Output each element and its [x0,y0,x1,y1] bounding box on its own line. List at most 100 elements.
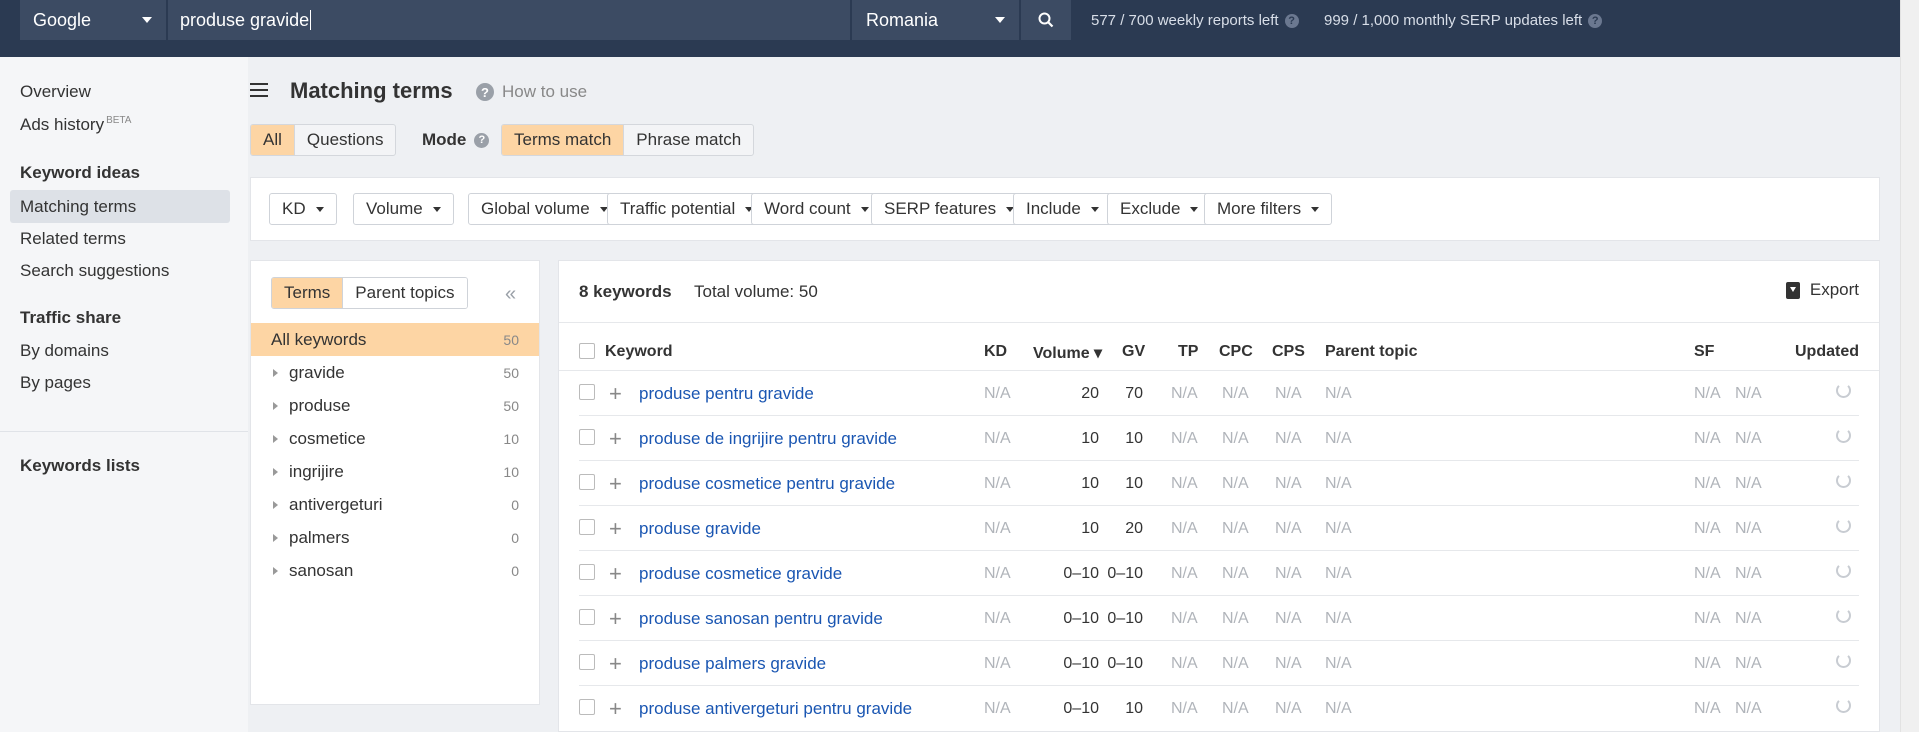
keyword-link[interactable]: produse sanosan pentru gravide [639,609,883,629]
expand-icon[interactable] [273,500,278,509]
how-to-use-link[interactable]: ? How to use [476,82,587,102]
row-checkbox[interactable] [579,564,595,580]
nav-matching-terms[interactable]: Matching terms [20,197,136,217]
vertical-scrollbar[interactable] [1900,0,1919,732]
keyword-link[interactable]: produse antivergeturi pentru gravide [639,699,912,719]
row-checkbox[interactable] [579,519,595,535]
refresh-icon[interactable] [1836,698,1851,713]
term-item[interactable]: palmers 0 [251,521,539,554]
column-header-cps[interactable]: CPS [1272,343,1305,361]
collapse-panel-icon[interactable]: « [505,283,516,306]
column-header-parent-topic[interactable]: Parent topic [1325,343,1417,361]
search-button[interactable] [1021,0,1071,40]
menu-icon[interactable] [250,83,268,101]
column-header-volume[interactable]: Volume ▾ [1033,343,1102,363]
add-to-list-icon[interactable]: + [609,381,622,407]
row-checkbox[interactable] [579,429,595,445]
column-header-updated[interactable]: Updated [1795,343,1859,361]
export-button[interactable]: Export [1785,280,1859,300]
term-item[interactable]: antivergeturi 0 [251,488,539,521]
updated-value: N/A [1735,610,1762,627]
filter-global-volume[interactable]: Global volume [468,193,621,225]
filter-traffic-potential[interactable]: Traffic potential [607,193,767,225]
add-to-list-icon[interactable]: + [609,426,622,452]
toggle-terms-match[interactable]: Terms match [502,125,625,155]
search-engine-select[interactable]: Google [20,0,167,40]
nav-divider [0,431,248,432]
nav-overview[interactable]: Overview [20,82,91,102]
term-item[interactable]: produse 50 [251,389,539,422]
refresh-icon[interactable] [1836,473,1851,488]
term-label: antivergeturi [289,494,383,514]
country-select[interactable]: Romania [851,0,1019,40]
gv-value: 10 [1125,700,1143,717]
refresh-icon[interactable] [1836,653,1851,668]
select-all-checkbox[interactable] [579,343,595,359]
keyword-link[interactable]: produse cosmetice pentru gravide [639,474,895,494]
tab-terms[interactable]: Terms [272,278,344,308]
term-item[interactable]: sanosan 0 [251,554,539,587]
term-item[interactable]: cosmetice 10 [251,422,539,455]
expand-icon[interactable] [273,467,278,476]
keyword-search-input[interactable]: produse gravide [168,0,850,40]
add-to-list-icon[interactable]: + [609,561,622,587]
expand-icon[interactable] [273,434,278,443]
column-header-cpc[interactable]: CPC [1219,343,1253,361]
toggle-phrase-match[interactable]: Phrase match [624,125,753,155]
refresh-icon[interactable] [1836,608,1851,623]
add-to-list-icon[interactable]: + [609,471,622,497]
nav-keywords-lists[interactable]: Keywords lists [20,456,140,476]
refresh-icon[interactable] [1836,563,1851,578]
row-checkbox[interactable] [579,654,595,670]
term-item-all-keywords[interactable]: All keywords 50 [251,323,539,356]
help-icon[interactable]: ? [474,132,490,148]
add-to-list-icon[interactable]: + [609,606,622,632]
expand-icon[interactable] [273,401,278,410]
refresh-icon[interactable] [1836,428,1851,443]
nav-related-terms[interactable]: Related terms [20,229,126,249]
nav-search-suggestions[interactable]: Search suggestions [20,261,169,281]
filter-exclude[interactable]: Exclude [1107,193,1212,225]
column-header-kd[interactable]: KD [984,343,1007,361]
column-header-tp[interactable]: TP [1178,343,1198,361]
row-checkbox[interactable] [579,474,595,490]
refresh-icon[interactable] [1836,518,1851,533]
keyword-link[interactable]: produse pentru gravide [639,384,814,404]
refresh-icon[interactable] [1836,383,1851,398]
add-to-list-icon[interactable]: + [609,651,622,677]
term-item[interactable]: ingrijire 10 [251,455,539,488]
add-to-list-icon[interactable]: + [609,516,622,542]
term-count: 50 [503,331,519,348]
toggle-all[interactable]: All [251,125,295,155]
column-header-sf[interactable]: SF [1694,343,1714,361]
help-icon[interactable]: ? [1284,13,1299,28]
expand-icon[interactable] [273,368,278,377]
expand-icon[interactable] [273,566,278,575]
keyword-link[interactable]: produse cosmetice gravide [639,564,842,584]
filter-more-filters[interactable]: More filters [1204,193,1333,225]
parent-topic-value: N/A [1325,565,1352,582]
row-checkbox[interactable] [579,609,595,625]
row-checkbox[interactable] [579,384,595,400]
filter-exclude-label: Exclude [1120,199,1181,218]
add-to-list-icon[interactable]: + [609,696,622,722]
keyword-link[interactable]: produse gravide [639,519,761,539]
help-icon[interactable]: ? [1588,13,1603,28]
filter-word-count[interactable]: Word count [751,193,882,225]
filter-kd[interactable]: KD [269,193,337,225]
toggle-questions[interactable]: Questions [295,125,396,155]
keyword-link[interactable]: produse de ingrijire pentru gravide [639,429,897,449]
nav-by-domains[interactable]: By domains [20,341,109,361]
row-checkbox[interactable] [579,699,595,715]
column-header-keyword[interactable]: Keyword [605,343,673,361]
expand-icon[interactable] [273,533,278,542]
filter-serp-features[interactable]: SERP features [871,193,1028,225]
tab-parent-topics[interactable]: Parent topics [343,278,467,308]
filter-volume[interactable]: Volume [353,193,454,225]
keyword-link[interactable]: produse palmers gravide [639,654,826,674]
nav-ads-history[interactable]: Ads history BETA [20,115,131,135]
column-header-gv[interactable]: GV [1122,343,1145,361]
term-item[interactable]: gravide 50 [251,356,539,389]
filter-include[interactable]: Include [1013,193,1112,225]
nav-by-pages[interactable]: By pages [20,373,91,393]
